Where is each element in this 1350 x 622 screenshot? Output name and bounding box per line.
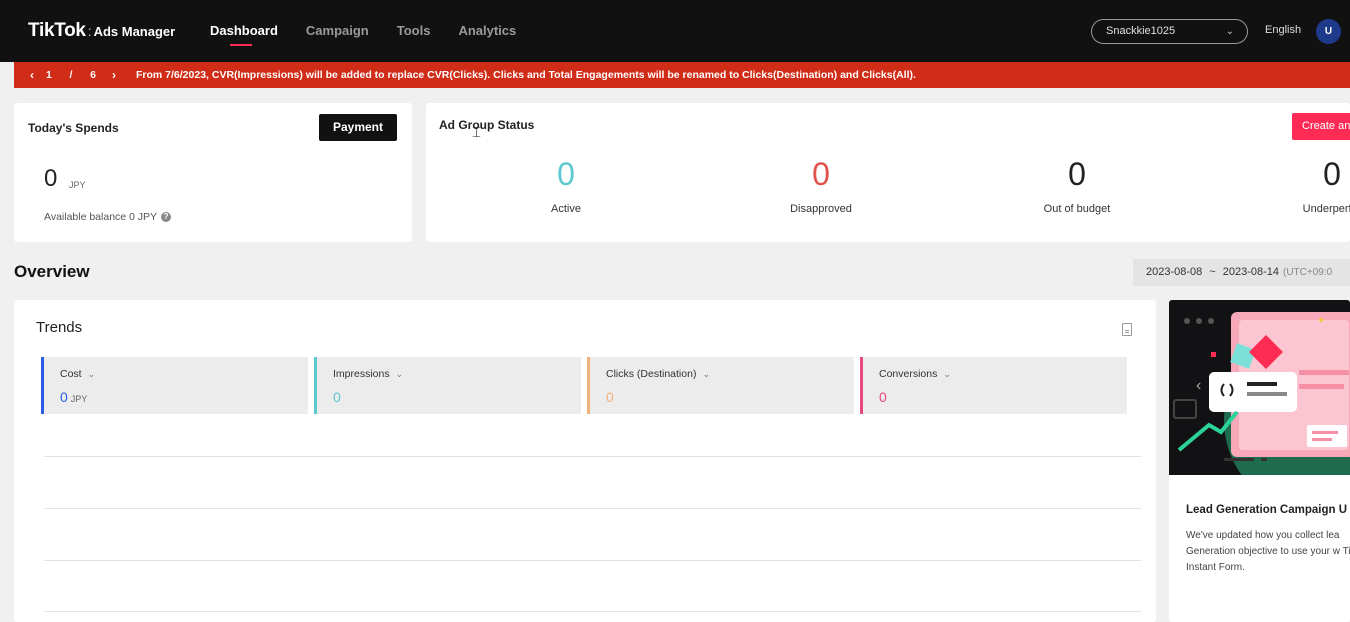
main-nav: Dashboard Campaign Tools Analytics xyxy=(210,0,544,62)
status-out-of-budget-count: 0 xyxy=(1068,156,1086,192)
metric-cost-number: 0 xyxy=(60,389,68,405)
todays-spends-title: Today's Spends xyxy=(28,121,119,135)
tiktok-ads-manager-logo[interactable]: TikTok : Ads Manager xyxy=(28,20,175,42)
metric-clicks-destination[interactable]: Clicks (Destination) ⌄ 0 xyxy=(587,357,854,414)
chevron-down-icon: ⌄ xyxy=(1225,26,1234,37)
metric-cost-unit: JPY xyxy=(70,394,88,404)
status-active-count: 0 xyxy=(557,156,575,192)
date-start: 2023-08-08 xyxy=(1146,266,1203,278)
promo-card[interactable]: ‹ Lead Generation Campaign U We've updat… xyxy=(1169,300,1350,622)
account-selector[interactable]: Snackkie1025 ⌄ xyxy=(1091,19,1248,44)
trends-card: Trends Cost ⌄ 0 JPY Impressions ⌄ 0 Clicks … xyxy=(14,300,1156,622)
metric-cost-label[interactable]: Cost ⌄ xyxy=(60,368,95,380)
overview-title: Overview xyxy=(14,262,90,281)
metric-cost-label-text: Cost xyxy=(60,368,82,380)
top-navbar: TikTok : Ads Manager Dashboard Campaign … xyxy=(0,0,1350,62)
chart-gridline xyxy=(44,611,1141,612)
date-separator: ~ xyxy=(1209,266,1216,278)
logo-separator: : xyxy=(87,23,92,39)
chevron-down-icon: ⌄ xyxy=(87,369,96,379)
chevron-down-icon: ⌄ xyxy=(943,369,951,379)
promo-illustration: ‹ xyxy=(1169,300,1350,475)
banner-page: 1 xyxy=(46,69,52,81)
chevron-down-icon: ⌄ xyxy=(395,369,404,379)
timezone: (UTC+09:0 xyxy=(1283,267,1333,278)
banner-message: From 7/6/2023, CVR(Impressions) will be … xyxy=(136,69,916,81)
status-disapproved[interactable]: 0 Disapproved xyxy=(741,153,901,215)
metric-impressions-label[interactable]: Impressions ⌄ xyxy=(333,368,403,380)
ad-group-status-card: Ad Group Status ⌶ Create an 0 Active 0 D… xyxy=(426,103,1350,242)
banner-total: 6 xyxy=(90,69,96,81)
trends-title: Trends xyxy=(36,319,83,336)
metric-conversions-label[interactable]: Conversions ⌄ xyxy=(879,368,951,380)
metric-cost[interactable]: Cost ⌄ 0 JPY xyxy=(41,357,308,414)
available-balance-text: Available balance 0 JPY xyxy=(44,211,158,223)
export-document-icon[interactable] xyxy=(1122,323,1132,336)
chart-gridline xyxy=(44,560,1141,561)
banner-pager: 1 / 6 xyxy=(46,69,96,81)
promo-description: We've updated how you collect lea Genera… xyxy=(1186,530,1350,573)
chevron-right-icon[interactable]: › xyxy=(112,68,116,82)
text-cursor-icon: ⌶ xyxy=(472,123,482,141)
metric-clicks-label-text: Clicks (Destination) xyxy=(606,368,697,380)
chart-gridline xyxy=(44,508,1141,509)
metric-impressions-label-text: Impressions xyxy=(333,368,390,380)
metric-conversions-value: 0 xyxy=(879,389,887,405)
status-underperforming[interactable]: 0 Underperfor xyxy=(1252,153,1350,215)
chart-gridline xyxy=(44,456,1141,457)
banner-page-separator: / xyxy=(69,69,73,81)
promo-title: Lead Generation Campaign U xyxy=(1186,504,1348,516)
language-switch[interactable]: English xyxy=(1265,24,1301,36)
logo-product: Ads Manager xyxy=(93,24,176,39)
chevron-left-icon[interactable]: ‹ xyxy=(1196,377,1201,395)
nav-analytics[interactable]: Analytics xyxy=(458,0,516,62)
help-icon[interactable]: ? xyxy=(161,212,172,222)
date-end: 2023-08-14 xyxy=(1222,266,1279,278)
date-range-picker[interactable]: 2023-08-08 ~2023-08-14 (UTC+09:0 xyxy=(1133,259,1350,286)
metric-clicks-value: 0 xyxy=(606,389,614,405)
nav-dashboard[interactable]: Dashboard xyxy=(210,0,278,62)
available-balance: Available balance 0 JPY ? xyxy=(44,211,172,223)
metric-conversions[interactable]: Conversions ⌄ 0 xyxy=(860,357,1127,414)
user-avatar[interactable]: U xyxy=(1316,19,1341,44)
chevron-left-icon[interactable]: ‹ xyxy=(30,68,34,82)
metric-clicks-label[interactable]: Clicks (Destination) ⌄ xyxy=(606,368,710,380)
chevron-down-icon: ⌄ xyxy=(702,369,710,379)
spend-currency: JPY xyxy=(69,180,86,190)
ad-group-status-title: Ad Group Status xyxy=(439,118,535,132)
logo-brand: TikTok xyxy=(28,20,86,41)
status-underperforming-label: Underperfor xyxy=(1302,203,1350,215)
create-ad-button[interactable]: Create an xyxy=(1292,113,1350,140)
status-active[interactable]: 0 Active xyxy=(486,153,646,215)
status-out-of-budget-label: Out of budget xyxy=(1043,203,1111,215)
status-disapproved-count: 0 xyxy=(812,156,830,192)
metric-cost-value: 0 JPY xyxy=(60,389,87,405)
announcement-banner: ‹ 1 / 6 › From 7/6/2023, CVR(Impressions… xyxy=(14,62,1350,88)
metric-impressions-value: 0 xyxy=(333,389,341,405)
metric-impressions[interactable]: Impressions ⌄ 0 xyxy=(314,357,581,414)
status-out-of-budget[interactable]: 0 Out of budget xyxy=(997,153,1157,215)
payment-button[interactable]: Payment xyxy=(319,114,397,141)
status-underperforming-count: 0 xyxy=(1323,156,1341,192)
nav-tools[interactable]: Tools xyxy=(397,0,431,62)
status-active-label: Active xyxy=(551,203,581,215)
metric-conversions-label-text: Conversions xyxy=(879,368,938,380)
nav-campaign[interactable]: Campaign xyxy=(306,0,369,62)
todays-spends-card: Today's Spends Payment 0 JPY Available b… xyxy=(14,103,412,242)
spend-value: 0 xyxy=(44,165,58,192)
status-disapproved-label: Disapproved xyxy=(790,203,852,215)
account-name: Snackkie1025 xyxy=(1106,25,1176,37)
